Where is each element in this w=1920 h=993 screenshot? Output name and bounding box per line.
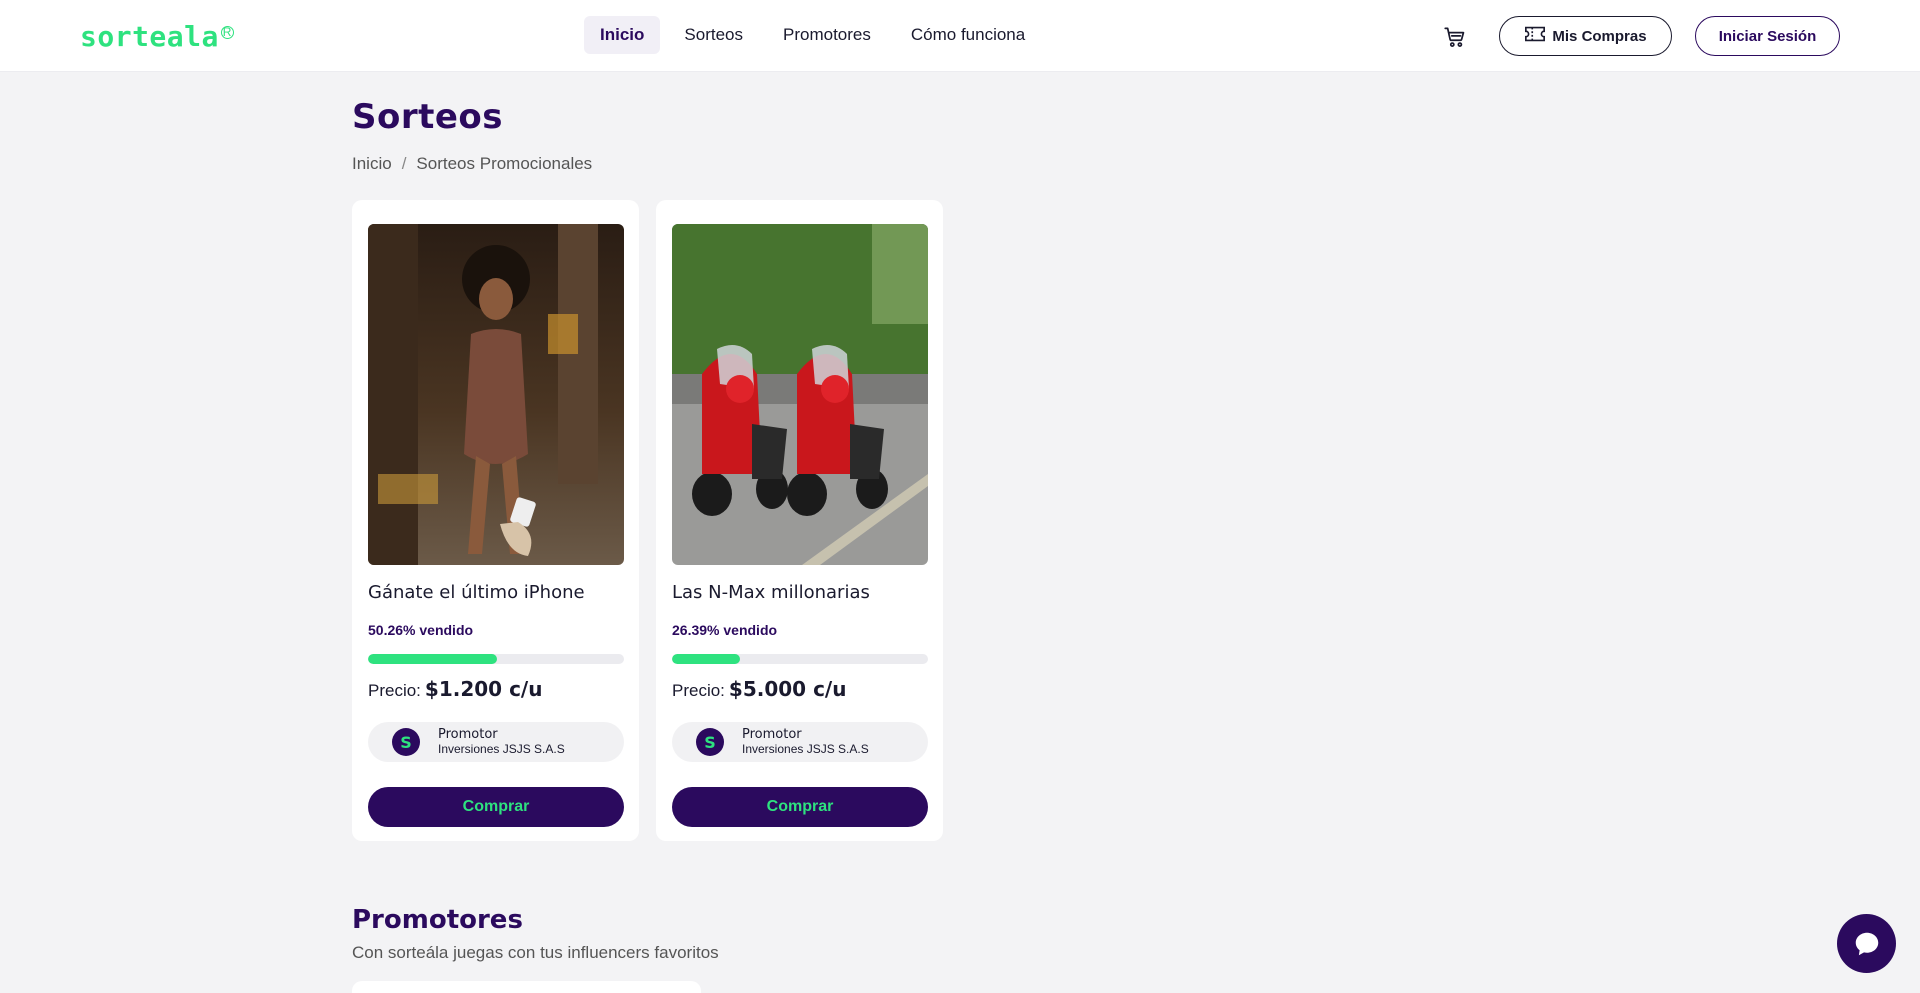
raffle-card[interactable]: Las N-Max millonarias 26.39% vendido Pre…: [656, 200, 943, 841]
promoter-name: Inversiones JSJS S.A.S: [742, 741, 869, 756]
nav-link-promotores[interactable]: Promotores: [767, 16, 887, 54]
sold-progress-bar: [672, 654, 928, 664]
registered-mark: R: [220, 24, 234, 39]
buy-button[interactable]: Comprar: [368, 787, 624, 827]
breadcrumb-inicio[interactable]: Inicio: [352, 154, 392, 174]
promoter-avatar: S: [392, 728, 420, 756]
iniciar-sesion-button[interactable]: Iniciar Sesión: [1695, 16, 1840, 56]
sold-percentage: 26.39% vendido: [672, 622, 778, 638]
breadcrumb-current: Sorteos Promocionales: [416, 154, 593, 173]
promoter-chip[interactable]: S Promotor Inversiones JSJS S.A.S: [368, 722, 624, 762]
promoter-label: Promotor: [438, 727, 498, 743]
promoter-card-peek[interactable]: [352, 981, 701, 993]
promoter-avatar: S: [696, 728, 724, 756]
mis-compras-button[interactable]: Mis Compras: [1499, 16, 1672, 56]
top-navbar: sorteala R Inicio Sorteos Promotores Cómo…: [0, 0, 1920, 72]
nav-link-sorteos[interactable]: Sorteos: [668, 16, 759, 54]
raffle-card[interactable]: Gánate el último iPhone 50.26% vendido P…: [352, 200, 639, 841]
promoter-name: Inversiones JSJS S.A.S: [438, 741, 565, 756]
promoter-chip[interactable]: S Promotor Inversiones JSJS S.A.S: [672, 722, 928, 762]
nav-link-inicio[interactable]: Inicio: [584, 16, 661, 54]
raffle-price: Precio: $5.000 c/u: [672, 677, 846, 701]
shopping-cart-icon[interactable]: [1442, 24, 1468, 50]
chat-bubble-icon[interactable]: [1837, 914, 1896, 973]
raffle-title: Las N-Max millonarias: [672, 582, 870, 603]
nav-link-como-funciona[interactable]: Cómo funciona: [895, 16, 1041, 54]
raffle-image-iphone[interactable]: [368, 224, 624, 565]
sold-percentage: 50.26% vendido: [368, 622, 474, 638]
raffle-title: Gánate el último iPhone: [368, 582, 585, 603]
sold-progress-fill: [672, 654, 740, 664]
sold-progress-fill: [368, 654, 497, 664]
promoters-section-title: Promotores: [352, 905, 523, 935]
price-value: $1.200 c/u: [424, 677, 543, 701]
promoter-label: Promotor: [742, 727, 802, 743]
ticket-icon: [1524, 24, 1546, 48]
sold-progress-bar: [368, 654, 624, 664]
breadcrumb-separator: /: [401, 154, 407, 173]
raffle-image-nmax[interactable]: [672, 224, 928, 565]
promoters-section-subtitle: Con sorteála juegas con tus influencers …: [352, 943, 719, 962]
price-label: Precio:: [672, 681, 725, 700]
raffle-price: Precio: $1.200 c/u: [368, 677, 542, 701]
breadcrumb: Inicio / Sorteos Promocionales: [352, 154, 592, 174]
main-nav: Inicio Sorteos Promotores Cómo funciona: [584, 16, 1041, 54]
page-title: Sorteos: [352, 97, 504, 137]
mis-compras-label: Mis Compras: [1552, 27, 1647, 45]
price-label: Precio:: [368, 681, 421, 700]
price-value: $5.000 c/u: [728, 677, 847, 701]
buy-button[interactable]: Comprar: [672, 787, 928, 827]
brand-logo[interactable]: sorteala R: [80, 20, 234, 53]
